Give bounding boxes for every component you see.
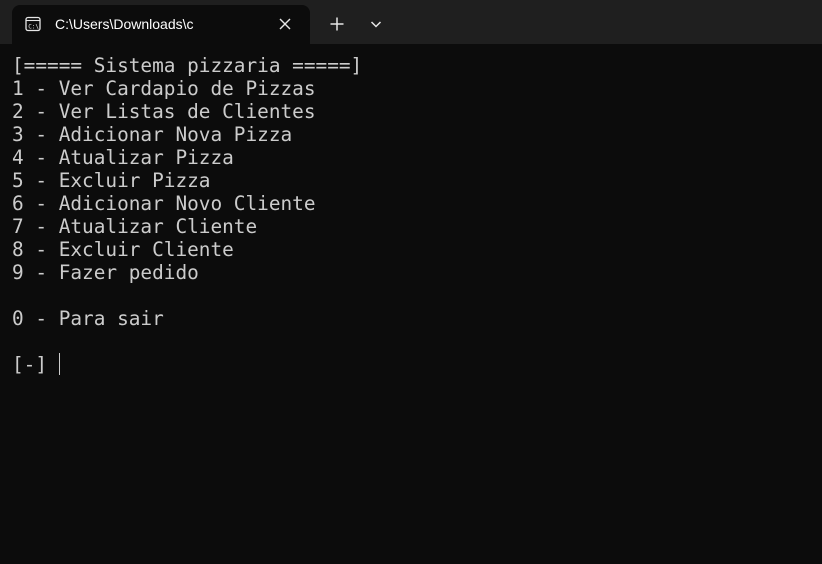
chevron-down-icon[interactable] (364, 12, 388, 36)
menu-option: 2 - Ver Listas de Clientes (12, 100, 316, 123)
menu-option: 8 - Excluir Cliente (12, 238, 234, 261)
menu-option: 5 - Excluir Pizza (12, 169, 211, 192)
console-text: [===== Sistema pizzaria =====] 1 - Ver Ca… (12, 54, 362, 376)
menu-option: 9 - Fazer pedido (12, 261, 199, 284)
plus-icon[interactable] (325, 12, 349, 36)
console-icon: C:\ (25, 16, 41, 32)
title-bar: C:\ C:\Users\Downloads\c (0, 0, 822, 44)
menu-option: 4 - Atualizar Pizza (12, 146, 234, 169)
menu-option: 7 - Atualizar Cliente (12, 215, 258, 238)
exit-option: 0 - Para sair (12, 307, 164, 330)
input-prompt: [-] (12, 353, 48, 376)
tab-title: C:\Users\Downloads\c (55, 16, 194, 32)
terminal-output[interactable]: [===== Sistema pizzaria =====] 1 - Ver Ca… (0, 44, 822, 564)
menu-option: 6 - Adicionar Novo Cliente (12, 192, 316, 215)
menu-option: 1 - Ver Cardapio de Pizzas (12, 77, 316, 100)
terminal-tab[interactable]: C:\ C:\Users\Downloads\c (12, 5, 310, 44)
svg-text:C:\: C:\ (28, 23, 39, 30)
text-cursor (59, 353, 60, 375)
close-icon[interactable] (276, 15, 294, 33)
menu-header: [===== Sistema pizzaria =====] (12, 54, 363, 77)
menu-option: 3 - Adicionar Nova Pizza (12, 123, 293, 146)
